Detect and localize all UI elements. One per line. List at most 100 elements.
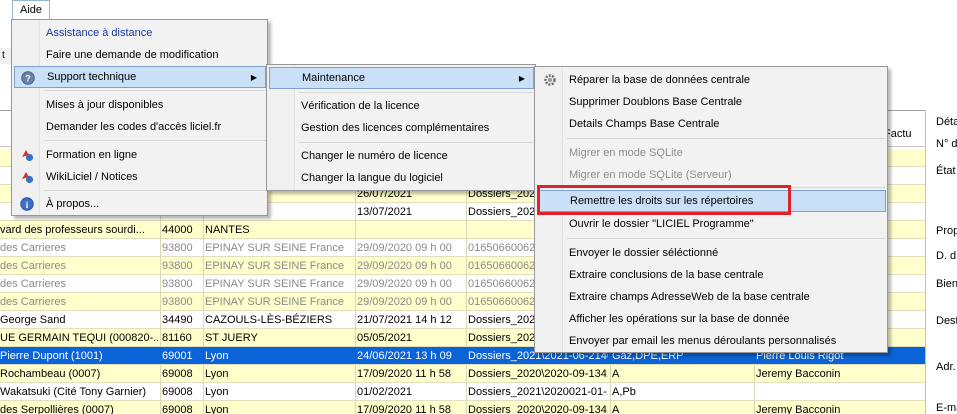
menu-item-wikiliciel[interactable]: WikiLiciel / Notices: [14, 166, 266, 188]
menu-separator: [299, 92, 533, 93]
table-cell: George Sand: [0, 314, 66, 326]
menu-item-label: Extraire conclusions de la base centrale: [569, 269, 764, 281]
column-divider: [466, 365, 467, 383]
table-row[interactable]: Rochambeau (0007) 69008 Lyon 17/09/2020 11 …: [0, 365, 925, 383]
table-cell: 29/09/2020 09 h 00: [357, 242, 452, 254]
menu-item-label: Details Champs Base Centrale: [569, 118, 720, 130]
detail-panel: Déta N° d État Prop D. d Bien Dest Adr. …: [925, 110, 957, 414]
menu-item-label: Migrer en mode SQLite (Serveur): [569, 169, 732, 181]
menu-item-label: Ouvrir le dossier "LICIEL Programme": [569, 218, 754, 230]
column-divider: [160, 275, 161, 293]
menu-item-label: Formation en ligne: [46, 149, 138, 161]
table-cell: des Serpollières (0007): [0, 404, 114, 414]
menu-item-migrer-sqlite: Migrer en mode SQLite: [537, 142, 886, 164]
column-header-factu[interactable]: Factu: [884, 128, 912, 140]
detail-label: Adr.: [936, 361, 956, 373]
table-cell: 29/09/2020 09 h 00: [357, 260, 452, 272]
column-divider: [160, 401, 161, 414]
table-cell: Dossiers_2020\2020-09-13412-...: [468, 404, 608, 414]
menu-item-extraire-adresseweb[interactable]: Extraire champs AdresseWeb de la base ce…: [537, 286, 886, 308]
column-divider: [203, 311, 204, 329]
table-cell: CAZOULS-LÈS-BÉZIERS: [205, 314, 333, 326]
annotation-highlight-box: [537, 185, 791, 215]
menu-item-label: Envoyer le dossier séléctionné: [569, 247, 719, 259]
menu-item-label: Maintenance: [302, 72, 365, 84]
detail-label: N° d: [936, 138, 957, 150]
menu-item-changer-numero-licence[interactable]: Changer le numéro de licence: [269, 145, 534, 167]
menu-item-label: Afficher les opérations sur la base de d…: [569, 313, 790, 325]
table-cell: 01/02/2021: [357, 386, 413, 398]
table-cell: 44000: [162, 224, 193, 236]
table-cell: 21/07/2021 14 h 12: [357, 314, 452, 326]
support-technique-submenu: Maintenance ▶ Vérification de la licence…: [266, 64, 536, 191]
table-cell: EPINAY SUR SEINE France: [205, 296, 344, 308]
menu-item-extraire-conclusions[interactable]: Extraire conclusions de la base centrale: [537, 264, 886, 286]
table-cell: 69008: [162, 386, 193, 398]
menu-item-label: Extraire champs AdresseWeb de la base ce…: [569, 291, 810, 303]
detail-label: Déta: [936, 116, 957, 128]
column-divider: [203, 293, 204, 311]
table-cell: Lyon: [205, 404, 229, 414]
menu-item-envoyer-dossier[interactable]: Envoyer le dossier séléctionné: [537, 242, 886, 264]
menu-separator: [44, 190, 266, 191]
table-cell: 93800: [162, 242, 193, 254]
detail-label: Prop: [936, 225, 957, 237]
menu-separator: [44, 90, 266, 91]
table-cell: Lyon: [205, 350, 229, 362]
table-cell: 93800: [162, 260, 193, 272]
menu-item-afficher-operations[interactable]: Afficher les opérations sur la base de d…: [537, 308, 886, 330]
menu-item-label: À propos...: [46, 198, 100, 210]
column-divider: [355, 401, 356, 414]
table-cell: Pierre Dupont (1001): [0, 350, 103, 362]
menu-item-codes-acces[interactable]: Demander les codes d'accès liciel.fr: [14, 116, 266, 138]
menu-aide[interactable]: Aide: [12, 0, 50, 20]
table-cell: des Carrieres: [0, 260, 67, 272]
submenu-arrow-icon: ▶: [518, 74, 525, 83]
column-divider: [355, 275, 356, 293]
column-divider: [160, 311, 161, 329]
column-divider: [466, 221, 467, 239]
menu-item-label: Gestion des licences complémentaires: [301, 122, 490, 134]
column-divider: [610, 401, 611, 414]
menu-item-verification-licence[interactable]: Vérification de la licence: [269, 95, 534, 117]
menu-item-mises-a-jour[interactable]: Mises à jour disponibles: [14, 94, 266, 116]
column-divider: [466, 203, 467, 221]
menu-bar: Aide: [0, 0, 957, 20]
menu-item-ouvrir-dossier-programme[interactable]: Ouvrir le dossier "LICIEL Programme": [537, 213, 886, 235]
menu-item-formation[interactable]: Formation en ligne: [14, 144, 266, 166]
table-cell: des Carrieres: [0, 278, 67, 290]
column-divider: [355, 383, 356, 401]
menu-item-label: WikiLiciel / Notices: [46, 171, 138, 183]
menu-item-label: Réparer la base de données centrale: [569, 74, 751, 86]
table-cell: A,Pb: [612, 386, 636, 398]
table-row[interactable]: Wakatsuki (Cité Tony Garnier) 69008 Lyon 01…: [0, 383, 925, 401]
table-cell: 29/09/2020 09 h 00: [357, 296, 452, 308]
column-divider: [355, 365, 356, 383]
menu-item-details-champs[interactable]: Details Champs Base Centrale: [537, 113, 886, 135]
column-divider: [355, 329, 356, 347]
column-divider: [466, 293, 467, 311]
menu-item-label: Changer la langue du logiciel: [301, 172, 443, 184]
menu-item-support-technique[interactable]: ? Support technique ▶: [14, 66, 266, 88]
menu-item-gestion-licences[interactable]: Gestion des licences complémentaires: [269, 117, 534, 139]
column-divider: [203, 239, 204, 257]
table-row[interactable]: des Serpollières (0007) 69008 Lyon 17/09/20…: [0, 401, 925, 414]
table-cell: Dossiers_2020\2020-09-13412-...: [468, 368, 608, 380]
menu-item-changer-langue[interactable]: Changer la langue du logiciel: [269, 167, 534, 189]
menu-item-maintenance[interactable]: Maintenance ▶: [269, 67, 534, 89]
table-cell: vard des professeurs sourdi...: [0, 224, 145, 236]
menu-item-demande-modification[interactable]: Faire une demande de modification: [14, 44, 266, 66]
menu-item-reparer-base[interactable]: Réparer la base de données centrale: [537, 69, 886, 91]
menu-item-a-propos[interactable]: i À propos...: [14, 193, 266, 215]
menu-item-label: Assistance à distance: [46, 27, 153, 39]
menu-item-envoyer-menus-email[interactable]: Envoyer par email les menus déroulants p…: [537, 330, 886, 352]
column-divider: [355, 257, 356, 275]
column-divider: [466, 311, 467, 329]
column-divider: [355, 221, 356, 239]
aide-menu: Assistance à distance Faire une demande …: [11, 19, 268, 216]
menu-item-supprimer-doublons[interactable]: Supprimer Doublons Base Centrale: [537, 91, 886, 113]
menu-item-assistance[interactable]: Assistance à distance: [14, 22, 266, 44]
column-divider: [203, 329, 204, 347]
menu-item-label: Envoyer par email les menus déroulants p…: [569, 335, 837, 347]
column-divider: [466, 401, 467, 414]
